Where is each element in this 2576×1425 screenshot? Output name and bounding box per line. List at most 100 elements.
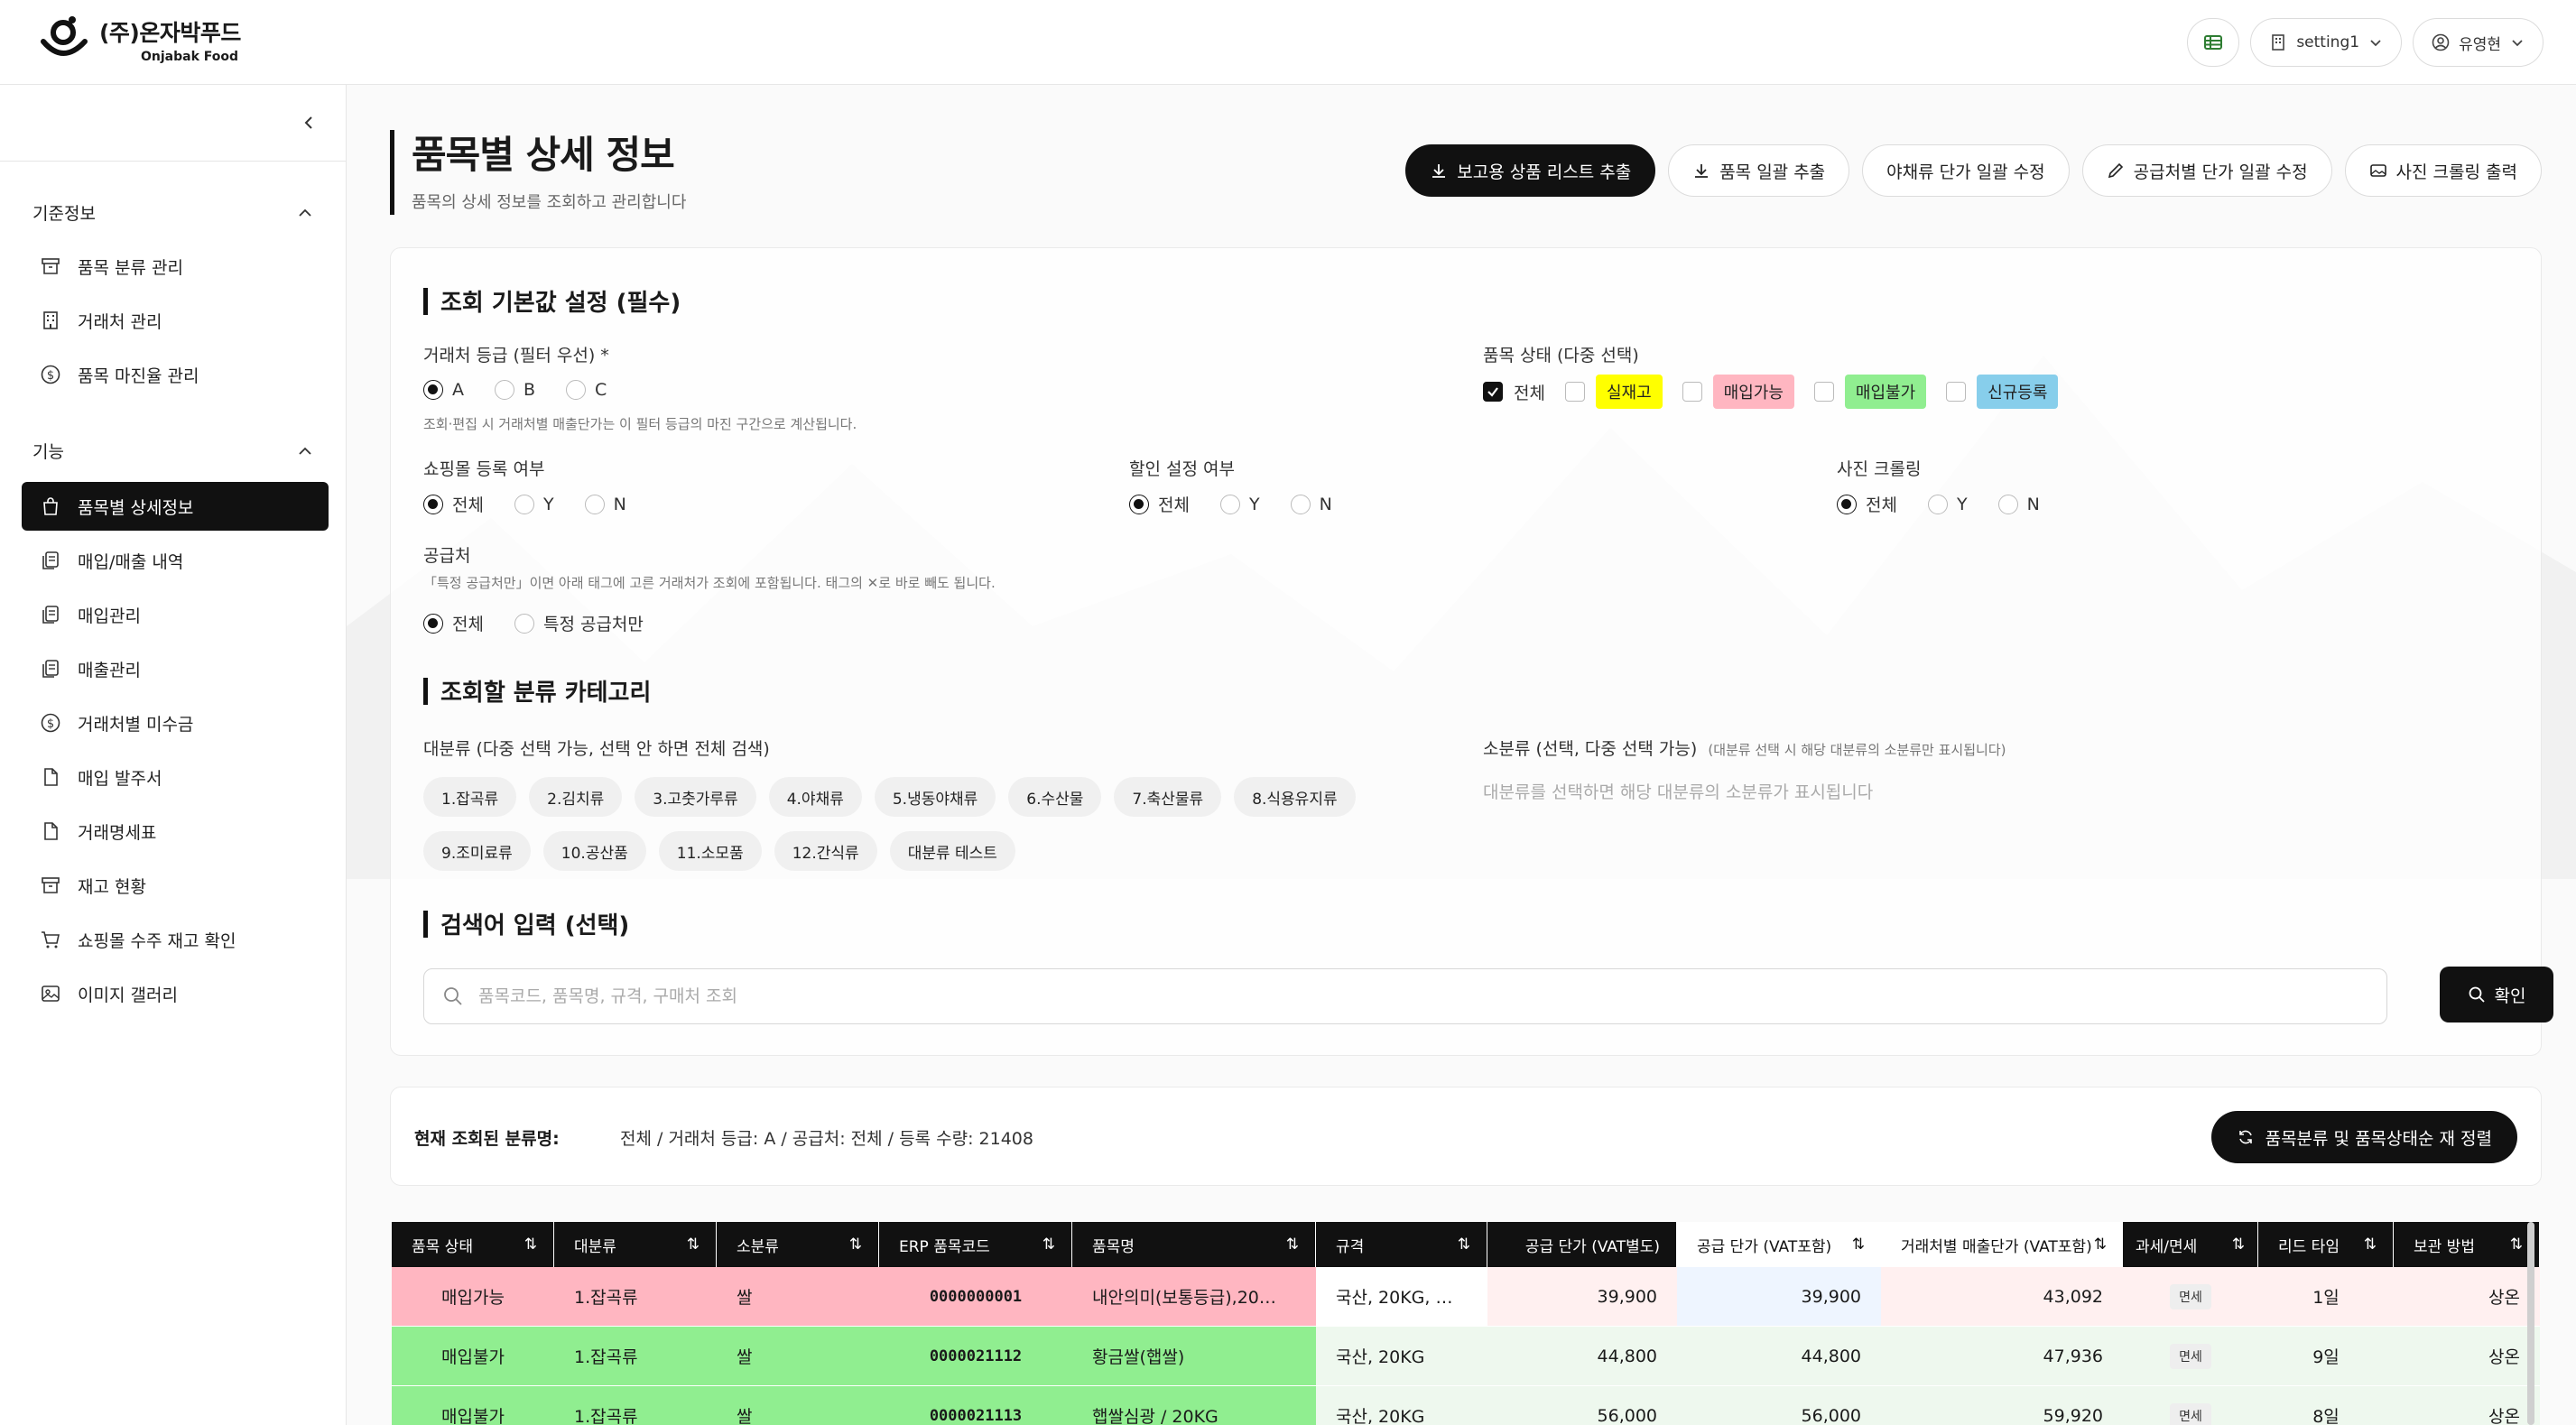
category-chip[interactable]: 11.소모품 xyxy=(658,831,762,871)
sidebar-item-client[interactable]: 거래처 관리 xyxy=(22,296,329,345)
supplier-option-specific[interactable]: 특정 공급처만 xyxy=(514,611,644,635)
radio-n[interactable] xyxy=(1290,494,1311,514)
col-header-storage[interactable]: 보관 방법 ⇅ xyxy=(2394,1222,2540,1267)
veg-price-edit-button[interactable]: 야채류 단가 일괄 수정 xyxy=(1862,144,2070,197)
category-chip[interactable]: 9.조미료류 xyxy=(423,831,531,871)
sidebar-item-statement[interactable]: 거래명세표 xyxy=(22,807,329,856)
title-accent xyxy=(390,130,394,215)
mall-option-n[interactable]: N xyxy=(584,494,626,514)
sidebar-item-category[interactable]: 품목 분류 관리 xyxy=(22,242,329,291)
col-header-supply[interactable]: 공급 단가 (VAT별도) xyxy=(1487,1222,1677,1267)
status-checkbox[interactable] xyxy=(1682,382,1702,402)
category-chip[interactable]: 1.잡곡류 xyxy=(423,777,517,817)
sidebar-item-margin[interactable]: $ 품목 마진율 관리 xyxy=(22,350,329,399)
file-icon xyxy=(44,768,58,786)
category-chip[interactable]: 3.고춧가루류 xyxy=(635,777,756,817)
col-header-supply-vat[interactable]: 공급 단가 (VAT포함) ⇅ xyxy=(1677,1222,1881,1267)
supplier-price-edit-button[interactable]: 공급처별 단가 일괄 수정 xyxy=(2081,144,2332,197)
grade-option-label: A xyxy=(452,380,464,400)
radio-n[interactable] xyxy=(584,494,605,514)
report-export-button[interactable]: 보고용 상품 리스트 추출 xyxy=(1405,144,1656,197)
table-row[interactable]: 매입가능 1.잡곡류 쌀 0000000001 내안의미(보통등급),20… 국… xyxy=(392,1267,2540,1327)
category-chip[interactable]: 6.수산물 xyxy=(1008,777,1102,817)
discount-option-all[interactable]: 전체 xyxy=(1129,492,1190,516)
status-tag-new[interactable]: 신규등록 xyxy=(1977,375,2059,409)
col-header-spec[interactable]: 규격 ⇅ xyxy=(1316,1222,1487,1267)
sidebar-group-basic[interactable]: 기준정보 xyxy=(32,200,314,225)
category-chip[interactable]: 5.냉동야채류 xyxy=(874,777,996,817)
table-row[interactable]: 매입불가 1.잡곡류 쌀 0000021113 햅쌀심광 / 20KG 국산, … xyxy=(392,1386,2540,1425)
radio-all[interactable] xyxy=(1837,494,1857,514)
confirm-button[interactable]: 확인 xyxy=(2440,967,2553,1022)
radio-all[interactable] xyxy=(423,613,443,634)
col-header-sale[interactable]: 거래처별 매출단가 (VAT포함) ⇅ xyxy=(1881,1222,2123,1267)
status-tag-unavailable[interactable]: 매입불가 xyxy=(1844,375,1927,409)
supplier-hint: 「특정 공급처만」이면 아래 태그에 고른 거래처가 조회에 포함됩니다. 태그… xyxy=(423,575,996,591)
radio-a[interactable] xyxy=(423,380,443,400)
spreadsheet-button[interactable] xyxy=(2187,18,2240,67)
logo[interactable]: (주)온자박푸드 Onjabak Food xyxy=(40,14,241,65)
col-header-major[interactable]: 대분류 ⇅ xyxy=(554,1222,717,1267)
mall-option-all[interactable]: 전체 xyxy=(423,492,484,516)
status-tag-available[interactable]: 매입가능 xyxy=(1712,375,1794,409)
status-checkbox[interactable] xyxy=(1946,382,1967,402)
col-header-lead[interactable]: 리드 타임 ⇅ xyxy=(2258,1222,2394,1267)
category-chip[interactable]: 7.축산물류 xyxy=(1114,777,1222,817)
discount-option-y[interactable]: Y xyxy=(1219,494,1260,514)
radio-all[interactable] xyxy=(423,494,443,514)
crawl-option-n[interactable]: N xyxy=(1997,494,2040,514)
sidebar-collapse-button[interactable] xyxy=(296,110,321,135)
setting-dropdown[interactable]: setting1 xyxy=(2250,18,2403,67)
grade-option-a[interactable]: A xyxy=(423,380,464,400)
crawl-option-y[interactable]: Y xyxy=(1927,494,1968,514)
crawl-option-all[interactable]: 전체 xyxy=(1837,492,1897,516)
category-chip[interactable]: 12.간식류 xyxy=(774,831,877,871)
col-header-minor[interactable]: 소분류 ⇅ xyxy=(717,1222,879,1267)
radio-specific[interactable] xyxy=(514,613,534,634)
col-header-label: 리드 타임 xyxy=(2278,1237,2340,1256)
sidebar-item-gallery[interactable]: 이미지 갤러리 xyxy=(22,969,329,1018)
table-row[interactable]: 매입불가 1.잡곡류 쌀 0000021112 황금쌀(햅쌀) 국산, 20KG… xyxy=(392,1327,2540,1386)
sidebar-item-purchase[interactable]: 매입관리 xyxy=(22,590,329,639)
radio-n[interactable] xyxy=(1997,494,2018,514)
status-all-checkbox[interactable] xyxy=(1483,382,1503,402)
radio-all[interactable] xyxy=(1129,494,1149,514)
status-tag-stock[interactable]: 실재고 xyxy=(1595,375,1663,409)
radio-y[interactable] xyxy=(1219,494,1240,514)
sidebar-item-receivables[interactable]: $ 거래처별 미수금 xyxy=(22,699,329,747)
photo-crawl-print-button[interactable]: 사진 크롤링 출력 xyxy=(2344,144,2542,197)
bulk-export-button[interactable]: 품목 일괄 추출 xyxy=(1668,144,1850,197)
col-header-name[interactable]: 품목명 ⇅ xyxy=(1072,1222,1316,1267)
sidebar-item-trade-history[interactable]: 매입/매출 내역 xyxy=(22,536,329,585)
status-checkbox[interactable] xyxy=(1564,382,1585,402)
category-chip[interactable]: 10.공산품 xyxy=(542,831,646,871)
category-chip[interactable]: 2.김치류 xyxy=(529,777,623,817)
grade-option-b[interactable]: B xyxy=(495,380,535,400)
col-header-code[interactable]: ERP 품목코드 ⇅ xyxy=(879,1222,1072,1267)
category-chip[interactable]: 4.야채류 xyxy=(768,777,862,817)
discount-option-n[interactable]: N xyxy=(1290,494,1332,514)
supplier-option-all[interactable]: 전체 xyxy=(423,611,484,635)
sidebar-item-inventory[interactable]: 재고 현황 xyxy=(22,861,329,910)
sidebar-item-sales[interactable]: 매출관리 xyxy=(22,644,329,693)
category-chip[interactable]: 대분류 테스트 xyxy=(889,831,1015,871)
radio-b[interactable] xyxy=(495,380,514,400)
resort-button[interactable]: 품목분류 및 품목상태순 재 정렬 xyxy=(2210,1111,2517,1163)
col-header-status[interactable]: 품목 상태 ⇅ xyxy=(392,1222,554,1267)
col-header-tax[interactable]: 과세/면세 ⇅ xyxy=(2123,1222,2258,1267)
sidebar-group-function[interactable]: 기능 xyxy=(32,439,314,463)
radio-y[interactable] xyxy=(514,494,534,514)
search-input[interactable] xyxy=(478,986,2284,1006)
category-chip[interactable]: 8.식용유지류 xyxy=(1234,777,1356,817)
radio-y[interactable] xyxy=(1927,494,1948,514)
sidebar-item-product-detail[interactable]: 품목별 상세정보 xyxy=(22,482,329,531)
sidebar-item-purchase-order[interactable]: 매입 발주서 xyxy=(22,753,329,801)
radio-c[interactable] xyxy=(566,380,587,400)
col-header-label: 과세/면세 xyxy=(2136,1237,2198,1256)
sidebar-item-mall-stock[interactable]: 쇼핑몰 수주 재고 확인 xyxy=(22,915,329,964)
user-menu[interactable]: 유영현 xyxy=(2413,18,2544,67)
status-checkbox[interactable] xyxy=(1813,382,1834,402)
mall-option-y[interactable]: Y xyxy=(514,494,554,514)
grade-option-c[interactable]: C xyxy=(566,380,607,400)
table-scrollbar[interactable] xyxy=(2527,1222,2534,1425)
